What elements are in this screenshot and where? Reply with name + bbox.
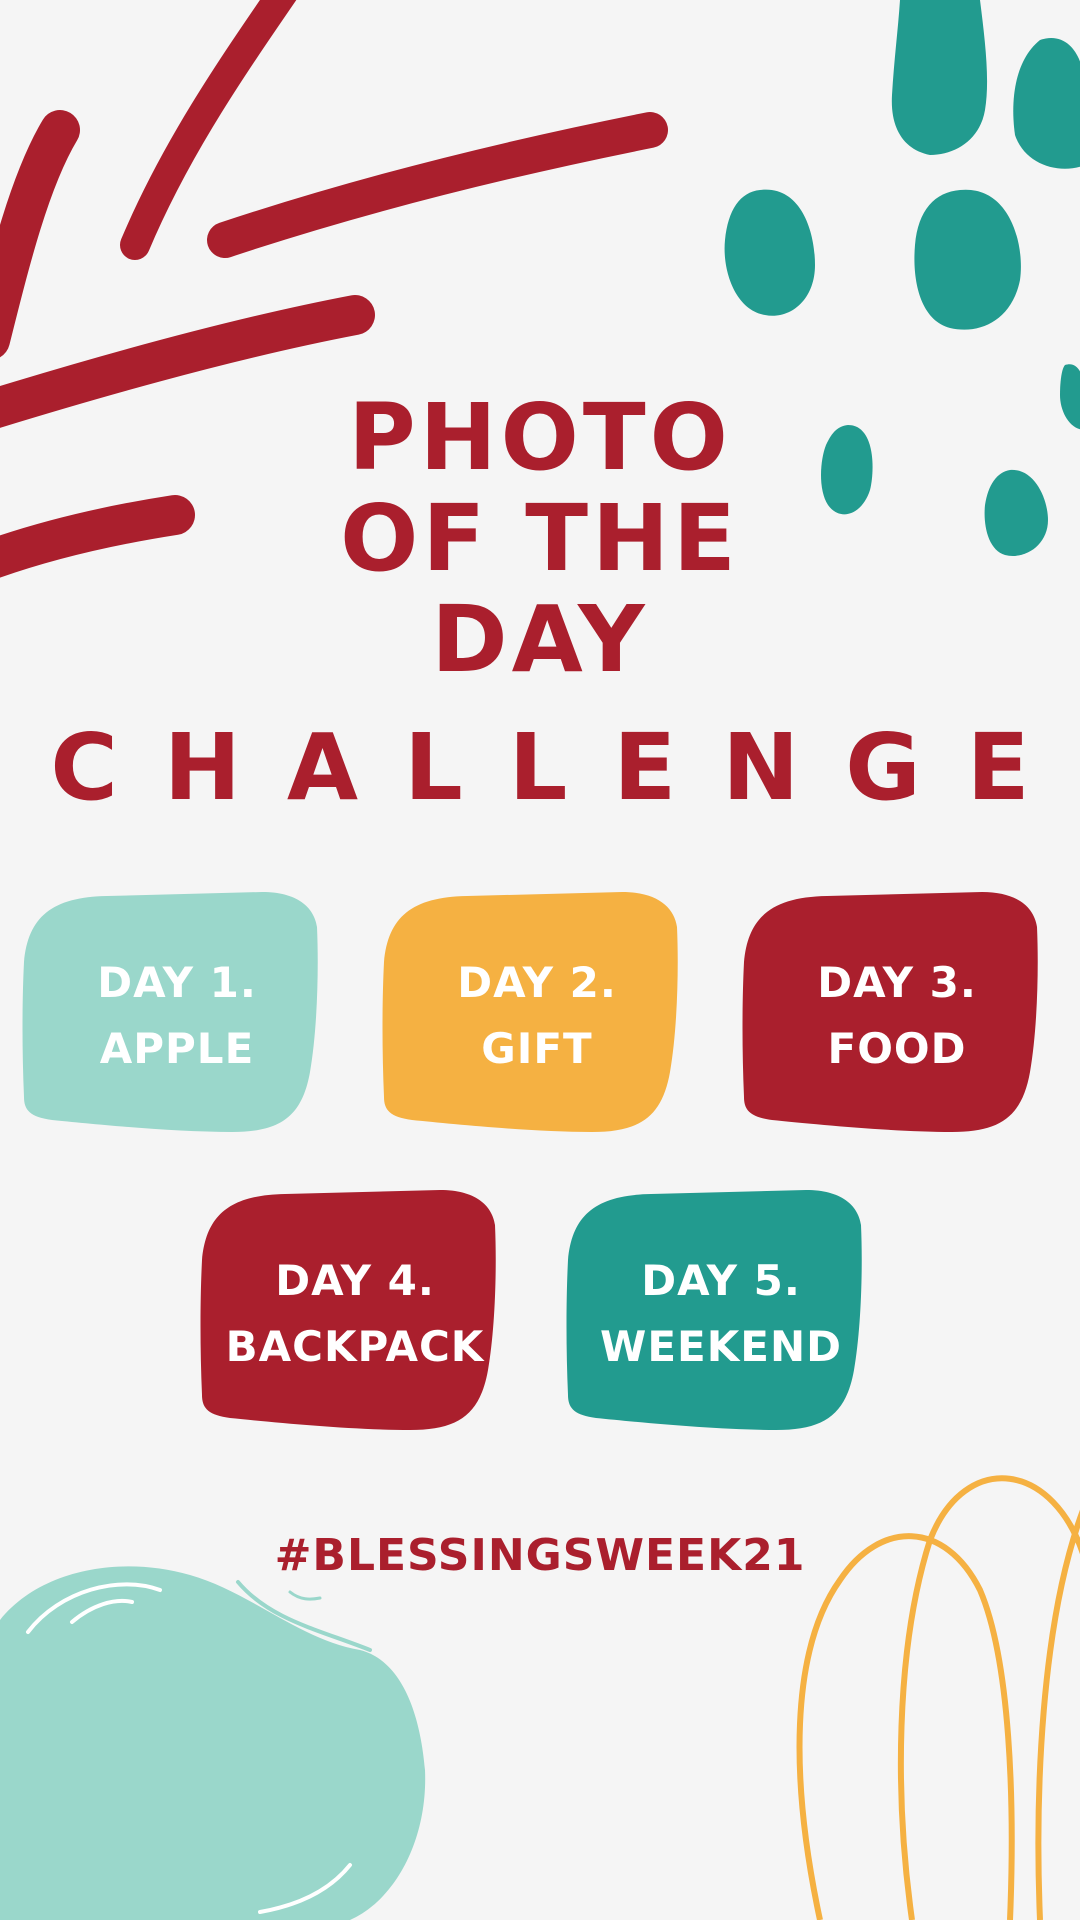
day-label: DAY 1. xyxy=(97,958,257,1007)
day-card-2: DAY 2. GIFT xyxy=(382,892,692,1140)
day-label: DAY 4. xyxy=(275,1256,435,1305)
day-label: DAY 2. xyxy=(457,958,617,1007)
title-line-3: DAY xyxy=(431,586,649,693)
day-label: DAY 5. xyxy=(641,1256,801,1305)
title: PHOTO OF THE DAY xyxy=(0,387,1080,690)
mint-blob xyxy=(0,1566,426,1920)
day-card-3: DAY 3. FOOD xyxy=(742,892,1052,1140)
day-topic: APPLE xyxy=(99,1024,255,1073)
day-topic: BACKPACK xyxy=(225,1322,485,1371)
title-line-1: PHOTO xyxy=(348,384,732,491)
day-card-1: DAY 1. APPLE xyxy=(22,892,332,1140)
day-topic: FOOD xyxy=(827,1024,967,1073)
hashtag: #BLESSINGSWEEK21 xyxy=(274,1530,806,1581)
day-label: DAY 3. xyxy=(817,958,977,1007)
day-topic: WEEKEND xyxy=(600,1322,842,1371)
day-topic: GIFT xyxy=(481,1024,593,1073)
day-card-5: DAY 5. WEEKEND xyxy=(566,1190,876,1438)
title-line-2: OF THE xyxy=(340,485,740,592)
subtitle-challenge: CHALLENGE xyxy=(50,714,1076,821)
day-card-4: DAY 4. BACKPACK xyxy=(200,1190,510,1438)
